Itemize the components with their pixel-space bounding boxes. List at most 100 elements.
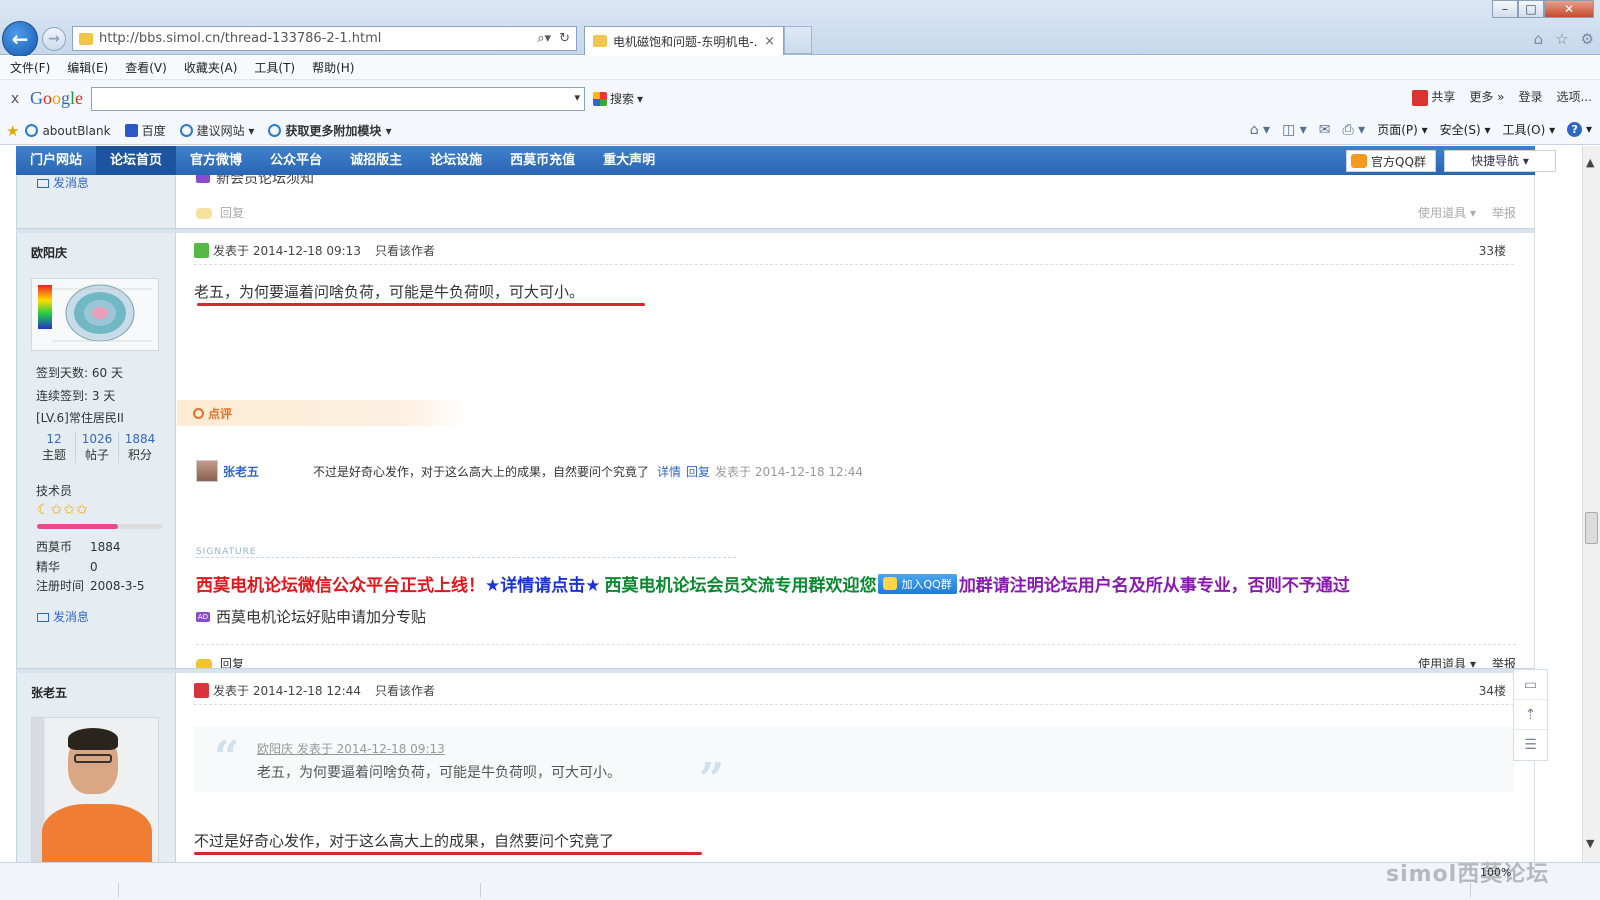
post34-floor[interactable]: 34楼 [1479,682,1506,699]
comment-detail-link[interactable]: 详情 [657,463,681,480]
menu-tools-cmd[interactable]: 工具(O) ▾ [1503,121,1556,138]
nav-weibo[interactable]: 官方微博 [176,146,256,175]
options-button[interactable]: 选项... [1557,88,1592,105]
more-button[interactable]: 更多 » [1469,88,1504,105]
quote-block: “ 欧阳庆 发表于 2014-12-18 09:13 老五，为何要逼着问啥负荷，… [194,726,1514,805]
google-search-input[interactable] [91,86,586,111]
prev-use-tools-button[interactable]: 使用道具 ▾ [1418,204,1476,221]
tab-close-icon[interactable]: × [764,34,775,49]
refresh-icon[interactable]: ↻ [559,31,570,46]
stat-threads[interactable]: 12 主题 [33,432,76,463]
post-type-icon [194,683,209,698]
nav-statement[interactable]: 重大声明 [589,146,669,175]
zoom-level[interactable]: 100% [1480,866,1511,879]
prev-report-link[interactable]: 举报 [1492,204,1516,221]
post33-author-name[interactable]: 欧阳庆 [31,244,67,261]
fav-suggested-sites[interactable]: 建议网站 ▾ [179,122,254,139]
search-icon[interactable]: ⌕▾ [537,31,551,46]
tab-active[interactable]: 电机磁饱和问题-东明机电-... × [584,26,784,55]
comment-avatar[interactable] [196,460,218,482]
post33-floor[interactable]: 33楼 [1479,242,1506,259]
menu-help[interactable]: 帮助(H) [312,59,354,76]
quick-reply-icon[interactable]: ▭ [1514,670,1547,700]
ie-icon [268,124,282,137]
feed-icon[interactable]: ◫ ▾ [1282,122,1307,138]
google-search-button[interactable]: 搜索 ▾ [593,90,643,107]
help-icon[interactable]: ? ▾ [1567,122,1592,137]
post33-send-message-link[interactable]: 发消息 [37,608,89,625]
signature-ad-link[interactable]: AD 西莫电机论坛好贴申请加分专贴 [196,606,426,627]
post34-avatar[interactable] [31,717,159,862]
signature-wechat-link[interactable]: 西莫电机论坛微信公众平台正式上线！ [196,571,485,596]
address-bar[interactable]: http://bbs.simol.cn/thread-133786-2-1.ht… [72,26,577,51]
nav-public-platform[interactable]: 公众平台 [256,146,336,175]
ie-icon [179,124,193,137]
menu-favorites[interactable]: 收藏夹(A) [184,59,238,76]
simol-watermark: simol西莫论坛 [1386,862,1550,887]
fav-baidu[interactable]: 百度 [124,122,166,139]
stat-posts[interactable]: 1026 帖子 [76,432,119,463]
browser-title-bar: ← → http://bbs.simol.cn/thread-133786-2-… [0,0,1600,57]
nav-forum-home[interactable]: 论坛首页 [96,146,177,175]
post34-header: 发表于 2014-12-18 12:44 只看该作者 34楼 [194,677,1514,705]
post34-only-author-link[interactable]: 只看该作者 [375,682,435,699]
toolbar-close-icon[interactable]: x [0,91,30,107]
nav-recruit-moderator[interactable]: 诚招版主 [336,146,416,175]
post33-avatar[interactable] [31,278,159,351]
stat-points[interactable]: 1884 积分 [119,432,161,463]
scroll-down-icon[interactable]: ▼ [1586,837,1594,850]
favorites-bar: ★ aboutBlank 百度 建议网站 ▾ 获取更多附加模块 ▾ ⌂ ▾ ◫ … [0,117,1600,145]
menu-file[interactable]: 文件(F) [10,59,50,76]
nav-recharge[interactable]: 西莫币充值 [496,146,589,175]
quote-source-link[interactable]: 欧阳庆 发表于 2014-12-18 09:13 [257,740,445,757]
back-to-top-icon[interactable]: ⇡ [1514,700,1547,730]
scroll-up-icon[interactable]: ▲ [1586,156,1594,169]
post34-author-name[interactable]: 张老五 [31,684,67,701]
nav-portal[interactable]: 门户网站 [16,146,96,175]
avatar-image [32,279,158,350]
home-icon[interactable]: ⌂ ▾ [1250,122,1270,138]
floating-tools: ▭ ⇡ ☰ [1513,669,1548,761]
post33-count-stats: 12 主题 1026 帖子 1884 积分 [33,432,161,463]
home-icon[interactable]: ⌂ [1534,30,1544,48]
post33-content: 老五，为何要逼着问啥负荷，可能是牛负荷呗，可大可小。 [194,283,585,301]
favorites-icon[interactable]: ★ [6,122,19,140]
mail-icon [37,179,49,188]
login-button[interactable]: 登录 [1519,88,1543,105]
signature-details-link[interactable]: ★详情请点击★ [485,571,600,596]
fav-aboutblank[interactable]: aboutBlank [25,124,111,138]
post33-only-author-link[interactable]: 只看该作者 [375,242,435,259]
menu-edit[interactable]: 编辑(E) [67,59,108,76]
nav-forum-facilities[interactable]: 论坛设施 [416,146,496,175]
minimize-button[interactable]: – [1492,0,1518,18]
new-tab-button[interactable] [784,26,812,54]
menu-page[interactable]: 页面(P) ▾ [1377,121,1427,138]
favorites-star-icon[interactable]: ☆ [1555,30,1568,48]
menu-view[interactable]: 查看(V) [125,59,167,76]
maximize-button[interactable]: □ [1518,0,1544,18]
close-window-button[interactable]: ✕ [1544,0,1594,18]
menu-bar: 文件(F) 编辑(E) 查看(V) 收藏夹(A) 工具(T) 帮助(H) [0,56,1600,78]
join-qq-group-button[interactable]: 加入QQ群 [878,573,957,594]
menu-safety[interactable]: 安全(S) ▾ [1440,121,1491,138]
fav-get-addons[interactable]: 获取更多附加模块 ▾ [268,122,392,139]
official-qq-group-button[interactable]: 官方QQ群 [1346,150,1436,172]
quick-nav-dropdown[interactable]: 快捷导航 ▾ [1444,150,1556,172]
comment-user[interactable]: 张老五 [223,463,313,480]
ie-icon [25,124,39,137]
forward-button[interactable]: → [42,27,66,51]
back-button[interactable]: ← [2,21,38,57]
gear-icon[interactable]: ⚙ [1581,30,1594,48]
address-url[interactable]: http://bbs.simol.cn/thread-133786-2-1.ht… [99,31,537,46]
mail-icon[interactable]: ✉ [1319,122,1331,138]
share-button[interactable]: 共享 [1412,88,1455,106]
print-icon[interactable]: ⎙ ▾ [1343,122,1366,138]
prev-reply-button[interactable]: 回复 [196,206,244,220]
list-icon[interactable]: ☰ [1514,730,1547,760]
signature-group-text: 西莫电机论坛会员交流专用群欢迎您 [604,576,877,596]
prev-send-message-link[interactable]: 发消息 [37,174,89,191]
vertical-scrollbar[interactable]: ▲ ▼ [1582,146,1600,862]
menu-tools[interactable]: 工具(T) [254,59,295,76]
scroll-thumb[interactable] [1585,512,1598,544]
comment-reply-link[interactable]: 回复 [686,463,710,480]
